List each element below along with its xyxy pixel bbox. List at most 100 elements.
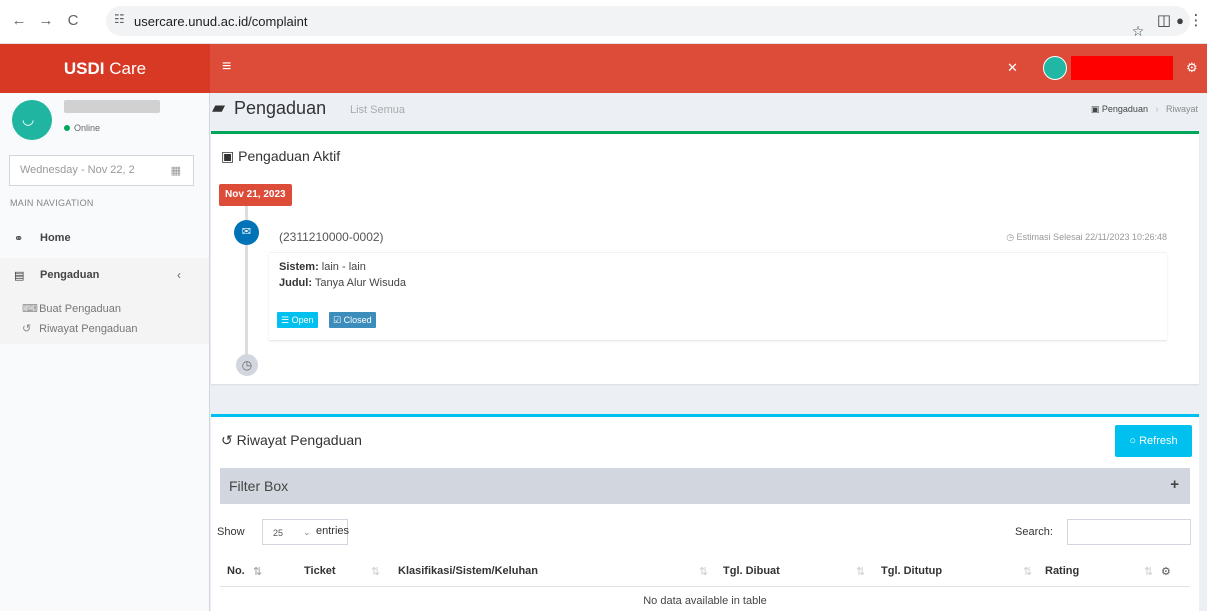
calendar-icon[interactable]: ▦ — [171, 164, 181, 177]
forward-icon[interactable]: → — [35, 10, 57, 32]
sidebar-subitem-riwayat-pengaduan[interactable]: ↺ Riwayat Pengaduan — [22, 322, 138, 335]
column-rating[interactable]: Rating — [1045, 565, 1079, 577]
sidebar-subitem-buat-pengaduan[interactable]: ⌨ Buat Pengaduan — [22, 302, 121, 315]
subitem-label: Buat Pengaduan — [39, 303, 122, 315]
sidebar: ◡ Online ▦ MAIN NAVIGATION ⚭ Home ▤ Peng… — [0, 93, 210, 611]
sistem-line: Sistem: lain - lain — [279, 261, 366, 273]
sistem-value: lain - lain — [318, 261, 366, 273]
judul-line: Judul: Tanya Alur Wisuda — [279, 277, 406, 289]
user-avatar: ◡ — [12, 100, 52, 140]
chevron-down-icon: ⌄ — [303, 527, 311, 537]
page-title: Pengaduan — [234, 98, 327, 118]
sidebar-date-field[interactable]: ▦ — [9, 155, 194, 186]
timeline-item: (2311210000-0002) ◷ Estimasi Selesai 22/… — [269, 220, 1167, 340]
envelope-icon: ✉ — [234, 220, 259, 245]
timeline-item-header: (2311210000-0002) ◷ Estimasi Selesai 22/… — [269, 220, 1167, 253]
closed-button[interactable]: ☑ Closed — [329, 312, 376, 328]
control-sidebar-gear-icon[interactable]: ⚙ — [1186, 60, 1198, 76]
page-subtitle: List Semua — [350, 104, 406, 116]
history-box-title: ↺ Riwayat Pengaduan — [221, 432, 362, 449]
address-bar[interactable]: ☷ usercare.unud.ac.id/complaint — [106, 6, 1190, 36]
sort-icon[interactable]: ⇅ — [1144, 565, 1153, 578]
back-icon[interactable]: ← — [8, 10, 30, 32]
estimated-completion: ◷ Estimasi Selesai 22/11/2023 10:26:48 — [1006, 232, 1167, 242]
history-icon: ↺ — [221, 432, 233, 448]
column-no[interactable]: No. — [227, 565, 245, 577]
open-button[interactable]: ☰ Open — [277, 312, 318, 328]
user-name-redacted — [64, 100, 160, 113]
entries-select[interactable]: 25 ⌄ entries — [262, 519, 350, 545]
smiley-icon: ◡ — [22, 111, 35, 127]
header-username-redacted[interactable] — [1071, 56, 1173, 80]
active-complaint-box: ▣ Pengaduan Aktif Nov 21, 2023 ✉ (231121… — [211, 131, 1199, 384]
date-input[interactable] — [20, 164, 160, 176]
filter-box[interactable]: Filter Box + — [220, 468, 1190, 504]
book-icon: ▰ — [212, 98, 226, 117]
judul-value: Tanya Alur Wisuda — [312, 277, 406, 289]
entries-value: 25 — [273, 528, 284, 538]
active-box-title: ▣ Pengaduan Aktif — [221, 148, 340, 165]
dashboard-icon: ⚭ — [14, 233, 24, 245]
breadcrumb: ▣ Pengaduan › Riwayat — [1091, 104, 1198, 115]
bookmark-star-icon[interactable]: ☆ — [1128, 20, 1148, 42]
sort-icon[interactable]: ⇅ — [856, 565, 865, 578]
list-icon: ▤ — [14, 270, 25, 282]
sistem-label: Sistem: — [279, 261, 319, 273]
url-text[interactable]: usercare.unud.ac.id/complaint — [134, 14, 307, 29]
online-dot-icon — [64, 125, 70, 131]
entries-label: entries — [316, 525, 350, 537]
column-actions-gear-icon: ⚙ — [1161, 566, 1171, 578]
breadcrumb-separator: › — [1155, 104, 1159, 114]
logo-bold: USDI — [63, 59, 105, 78]
sort-icon[interactable]: ⇅ — [699, 565, 708, 578]
refresh-button[interactable]: ○ Refresh — [1115, 425, 1192, 457]
active-box-title-text: Pengaduan Aktif — [238, 148, 341, 164]
table-header-divider — [220, 586, 1190, 587]
rss-icon: ▣ — [221, 148, 235, 164]
reload-icon[interactable]: C — [62, 10, 84, 32]
fullscreen-icon[interactable]: ✕ — [1007, 60, 1018, 76]
history-box: ↺ Riwayat Pengaduan ○ Refresh Filter Box… — [211, 414, 1199, 611]
sidebar-item-label: Home — [40, 232, 71, 244]
logo-rest: Care — [104, 59, 147, 78]
filter-box-title: Filter Box — [229, 478, 289, 494]
comment-icon: ⌨ — [22, 303, 38, 315]
header-avatar[interactable] — [1043, 56, 1067, 80]
sort-icon[interactable]: ⇅ — [1023, 565, 1032, 578]
search-label: Search: — [1015, 526, 1053, 538]
chevron-left-icon: ‹ — [177, 268, 181, 282]
subitem-label: Riwayat Pengaduan — [39, 323, 138, 335]
user-status: Online — [64, 123, 100, 133]
breadcrumb-icon: ▣ — [1090, 104, 1100, 114]
app-header: USDI Care ≡ ✕ ⚙ — [0, 44, 1207, 93]
sort-icon[interactable]: ⇅ — [371, 565, 380, 578]
column-klasifikasi[interactable]: Klasifikasi/Sistem/Keluhan — [398, 565, 538, 577]
timeline-date-label: Nov 21, 2023 — [219, 184, 292, 206]
sidebar-item-pengaduan[interactable]: ▤ Pengaduan ‹ — [0, 258, 209, 294]
clock-icon: ◷ — [236, 354, 258, 376]
sidebar-item-label: Pengaduan — [40, 269, 100, 281]
browser-menu-icon[interactable]: ⋮ — [1188, 10, 1204, 32]
column-tgl-ditutup[interactable]: Tgl. Ditutup — [881, 565, 942, 577]
site-info-icon[interactable]: ☷ — [114, 12, 125, 26]
app-logo[interactable]: USDI Care — [0, 44, 210, 93]
breadcrumb-pengaduan[interactable]: Pengaduan — [1102, 104, 1148, 114]
history-icon: ↺ — [22, 323, 32, 335]
column-ticket[interactable]: Ticket — [304, 565, 336, 577]
browser-toolbar: ← → C ☷ usercare.unud.ac.id/complaint ☆ — [0, 0, 1207, 44]
column-tgl-dibuat[interactable]: Tgl. Dibuat — [723, 565, 780, 577]
sidebar-item-home[interactable]: ⚭ Home — [0, 221, 209, 257]
ticket-number: (2311210000-0002) — [279, 230, 384, 244]
judul-label: Judul: — [279, 277, 312, 289]
expand-plus-icon[interactable]: + — [1170, 476, 1179, 493]
user-status-text: Online — [74, 123, 101, 133]
sidebar-toggle-icon[interactable]: ≡ — [222, 58, 231, 76]
search-input[interactable] — [1067, 519, 1191, 545]
sort-icon[interactable]: ⇅ — [253, 565, 262, 578]
extensions-icon[interactable]: ● — [1170, 10, 1190, 32]
empty-table-message: No data available in table — [643, 595, 767, 607]
history-box-title-text: Riwayat Pengaduan — [236, 432, 362, 448]
sidebar-submenu: ⌨ Buat Pengaduan ↺ Riwayat Pengaduan — [0, 294, 209, 344]
timeline-item-body: Sistem: lain - lain Judul: Tanya Alur Wi… — [269, 253, 1167, 340]
nav-header: MAIN NAVIGATION — [10, 198, 94, 208]
